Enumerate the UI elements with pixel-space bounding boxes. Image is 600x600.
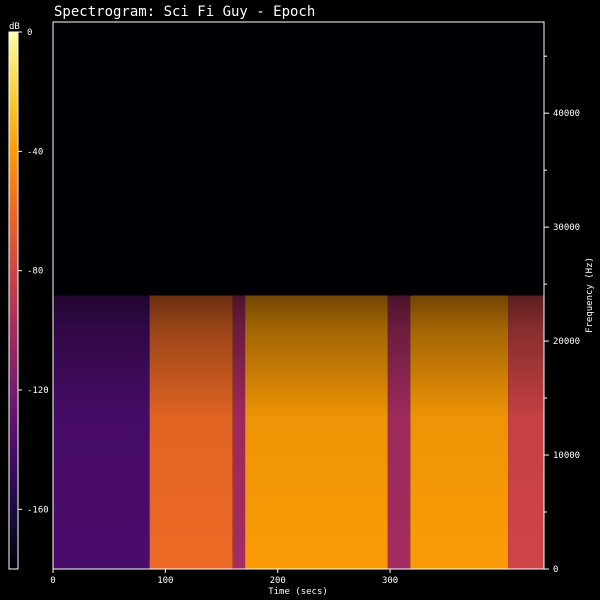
- x-tick-label: 100: [157, 576, 173, 586]
- y-tick-label: 20000: [553, 337, 580, 347]
- y-axis-label: Frequency (Hz): [585, 257, 595, 333]
- y-tick-label: 40000: [553, 109, 580, 119]
- colorbar-tick-label: 0: [27, 28, 32, 38]
- x-tick-label: 0: [50, 576, 55, 586]
- y-tick-label: 10000: [553, 451, 580, 461]
- y-tick-label: 0: [553, 565, 558, 575]
- colorbar-tick-label: -160: [27, 505, 49, 515]
- colorbar-label: dB: [9, 22, 20, 32]
- colorbar: dB 0 -40 -80 -120 -160: [8, 22, 49, 570]
- colorbar-gradient: [9, 32, 18, 569]
- x-axis-label: Time (secs): [268, 587, 328, 597]
- colorbar-tick-label: -80: [27, 267, 43, 277]
- y-axis: 0 10000 20000 30000 40000: [544, 55, 580, 575]
- spectrogram-frequency-falloff: [53, 295, 544, 569]
- colorbar-tick-label: -40: [27, 147, 43, 157]
- plot-area: [52, 21, 545, 570]
- chart-title: Spectrogram: Sci Fi Guy - Epoch: [54, 4, 315, 20]
- colorbar-tick-label: -120: [27, 386, 49, 396]
- spectrogram-figure: Spectrogram: Sci Fi Guy - Epoch dB 0 -40 -…: [8, 4, 595, 597]
- y-tick-label: 30000: [553, 223, 580, 233]
- x-tick-label: 300: [382, 576, 398, 586]
- x-axis: 0 100 200 300: [50, 569, 398, 586]
- x-tick-label: 200: [270, 576, 286, 586]
